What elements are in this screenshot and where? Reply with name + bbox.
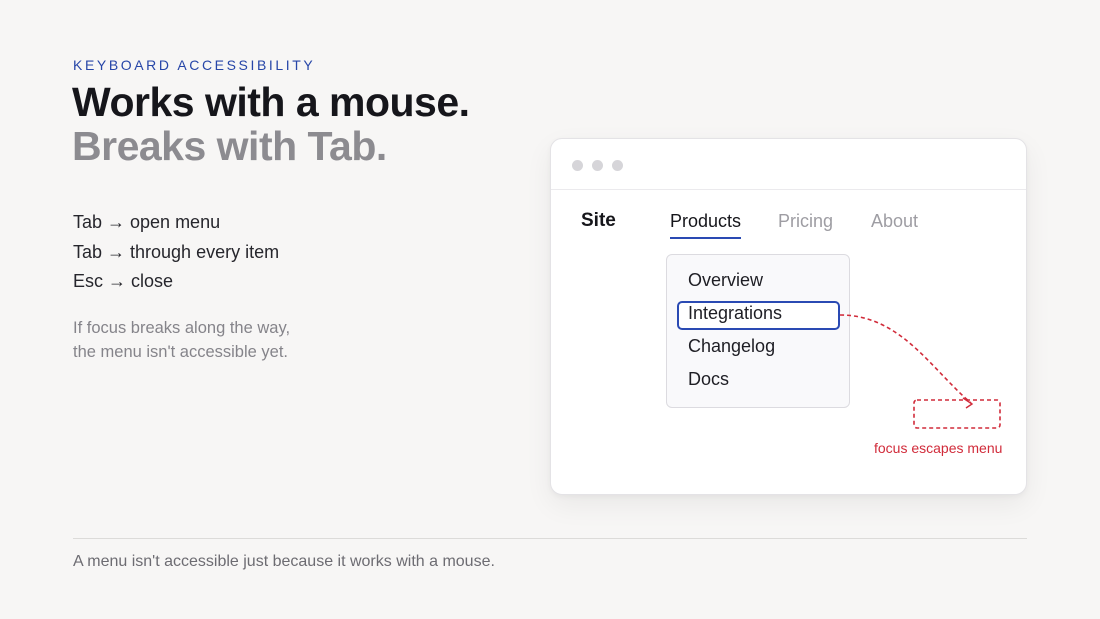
note-text: If focus breaks along the way, the menu …: [73, 316, 290, 364]
slide: KEYBOARD ACCESSIBILITY Works with a mous…: [0, 0, 1100, 619]
note-line: the menu isn't accessible yet.: [73, 343, 289, 361]
focus-escape-arrow: [839, 314, 972, 404]
headline: Works with a mouse.: [72, 79, 470, 125]
escaped-focus-target: [913, 399, 1001, 429]
eyebrow-label: KEYBOARD ACCESSIBILITY: [73, 57, 316, 73]
step-item: Tab → open menu: [73, 212, 221, 232]
step-item: Esc → close: [73, 271, 174, 291]
keyboard-steps-list: Tab → open menu Tab → through every item…: [73, 208, 279, 297]
focus-escape-label: focus escapes menu: [874, 440, 1003, 456]
step-item: Tab → through every item: [73, 241, 280, 262]
footer-caption: A menu isn't accessible just because it …: [73, 553, 495, 570]
note-line: If focus breaks along the way,: [73, 319, 291, 337]
footer-divider: [73, 538, 1027, 539]
subheadline: Breaks with Tab.: [72, 123, 387, 169]
browser-mockup: Site Products Pricing About Overview Int…: [550, 138, 1027, 495]
